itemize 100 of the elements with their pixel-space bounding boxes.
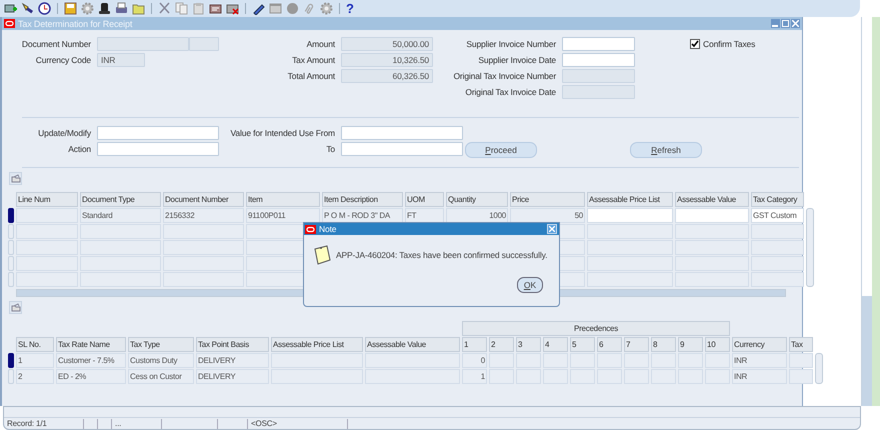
column-header[interactable]: Document Type (80, 192, 161, 207)
document-icon[interactable] (209, 2, 222, 15)
logo-icon (4, 19, 15, 28)
column-header[interactable]: 10 (705, 337, 730, 352)
confirm-taxes-checkbox[interactable] (690, 39, 700, 49)
table-cell (489, 353, 514, 368)
table-cell: FT (405, 208, 444, 223)
vertical-scrollbar[interactable] (861, 17, 872, 406)
text-field[interactable] (341, 142, 463, 156)
vertical-scrollbar[interactable] (815, 353, 823, 384)
dialog-message: APP-JA-460204: Taxes have been confirmed successfully. (336, 250, 548, 260)
table-cell (624, 353, 649, 368)
checkbox-label: Confirm Taxes (703, 39, 756, 49)
column-header[interactable]: UOM (405, 192, 444, 207)
refresh-button[interactable]: Refresh (630, 142, 702, 158)
window-icon[interactable] (269, 2, 282, 15)
paste-icon[interactable] (192, 2, 205, 15)
image-plus-icon[interactable] (4, 2, 17, 15)
help-icon[interactable]: ? (346, 2, 354, 15)
field-label: Supplier Invoice Number (465, 39, 557, 49)
dialog-title: Note (319, 224, 336, 234)
folder-icon[interactable] (132, 2, 145, 15)
paperclip-icon[interactable] (303, 2, 316, 15)
column-header[interactable]: Tax Type (128, 337, 194, 352)
column-header[interactable]: 7 (624, 337, 649, 352)
sphere-icon[interactable] (286, 2, 299, 15)
column-header[interactable]: Assessable Value (675, 192, 749, 207)
table-cell: ED - 2% (56, 369, 126, 384)
column-header[interactable]: Price (510, 192, 585, 207)
gear-icon[interactable] (81, 2, 94, 15)
column-header[interactable]: Item Description (322, 192, 403, 207)
table-cell: 1000 (446, 208, 508, 223)
text-field[interactable] (97, 126, 219, 140)
column-header[interactable]: 2 (489, 337, 514, 352)
floppy-icon[interactable] (64, 2, 77, 15)
hat-icon[interactable] (98, 2, 111, 15)
table-cell (705, 353, 730, 368)
vertical-scrollbar[interactable] (806, 208, 814, 287)
group-header: Precedences (462, 321, 730, 336)
folder-icon[interactable] (9, 301, 22, 314)
record-indicator[interactable] (8, 353, 14, 368)
copy-icon[interactable] (175, 2, 188, 15)
field-label: Original Tax Invoice Date (464, 87, 557, 97)
table-cell (597, 353, 622, 368)
table-cell: Standard (80, 208, 161, 223)
printer-icon[interactable] (115, 2, 128, 15)
ok-button[interactable]: OK (517, 277, 543, 293)
column-header[interactable]: Tax (789, 337, 813, 352)
table-cell: DELIVERY (196, 353, 269, 368)
clock-icon[interactable] (38, 2, 51, 15)
table-cell: 1 (16, 353, 54, 368)
field-label: Amount (306, 39, 336, 49)
column-header[interactable]: Currency (732, 337, 787, 352)
column-header[interactable]: Quantity (446, 192, 508, 207)
column-header[interactable]: 5 (570, 337, 595, 352)
minimize-button[interactable] (771, 19, 780, 28)
table-cell: 2 (16, 369, 54, 384)
record-indicator[interactable] (8, 208, 14, 223)
text-field[interactable] (562, 37, 635, 51)
column-header[interactable]: Document Number (163, 192, 244, 207)
column-header[interactable]: Assessable Price List (587, 192, 673, 207)
note-icon (313, 245, 331, 265)
text-field[interactable] (341, 126, 463, 140)
text-field[interactable] (97, 142, 219, 156)
field-label: Action (67, 144, 92, 154)
table-cell: P O M - ROD 3" DA (322, 208, 403, 223)
column-header[interactable]: Assessable Value (365, 337, 460, 352)
table-cell (570, 353, 595, 368)
column-header[interactable]: 9 (678, 337, 703, 352)
column-header[interactable]: 6 (597, 337, 622, 352)
maximize-button[interactable] (781, 19, 790, 28)
column-header[interactable]: Tax Rate Name (56, 337, 126, 352)
status-segment: <OSC> (248, 419, 348, 429)
folder-icon[interactable] (9, 172, 22, 185)
table-cell (678, 353, 703, 368)
column-header[interactable]: 1 (462, 337, 487, 352)
column-header[interactable]: SL No. (16, 337, 54, 352)
column-header[interactable]: Assessable Price List (271, 337, 363, 352)
proceed-button[interactable]: Proceed (465, 142, 537, 158)
field-label: Supplier Invoice Date (477, 55, 557, 65)
field-label: Value for Intended Use From (230, 128, 336, 138)
pencil-icon[interactable] (252, 2, 265, 15)
table-cell: Cess on Custor (128, 369, 194, 384)
field-label: Currency Code (34, 55, 92, 65)
column-header[interactable]: Tax Point Basis (196, 337, 269, 352)
close-button[interactable] (547, 224, 557, 234)
table-cell (651, 353, 676, 368)
field-label: Original Tax Invoice Number (452, 71, 557, 81)
table-cell: Customs Duty (128, 353, 194, 368)
column-header[interactable]: 3 (516, 337, 541, 352)
column-header[interactable]: 8 (651, 337, 676, 352)
status-segment: ... (112, 419, 162, 429)
column-header[interactable]: Line Num (16, 192, 78, 207)
table-cell: INR (732, 353, 787, 368)
text-field[interactable] (562, 53, 635, 67)
gear-icon[interactable] (320, 2, 333, 15)
column-header[interactable]: 4 (543, 337, 568, 352)
document-x-icon[interactable] (226, 2, 239, 15)
column-header[interactable]: Item (246, 192, 320, 207)
column-header[interactable]: Tax Category (751, 192, 804, 207)
